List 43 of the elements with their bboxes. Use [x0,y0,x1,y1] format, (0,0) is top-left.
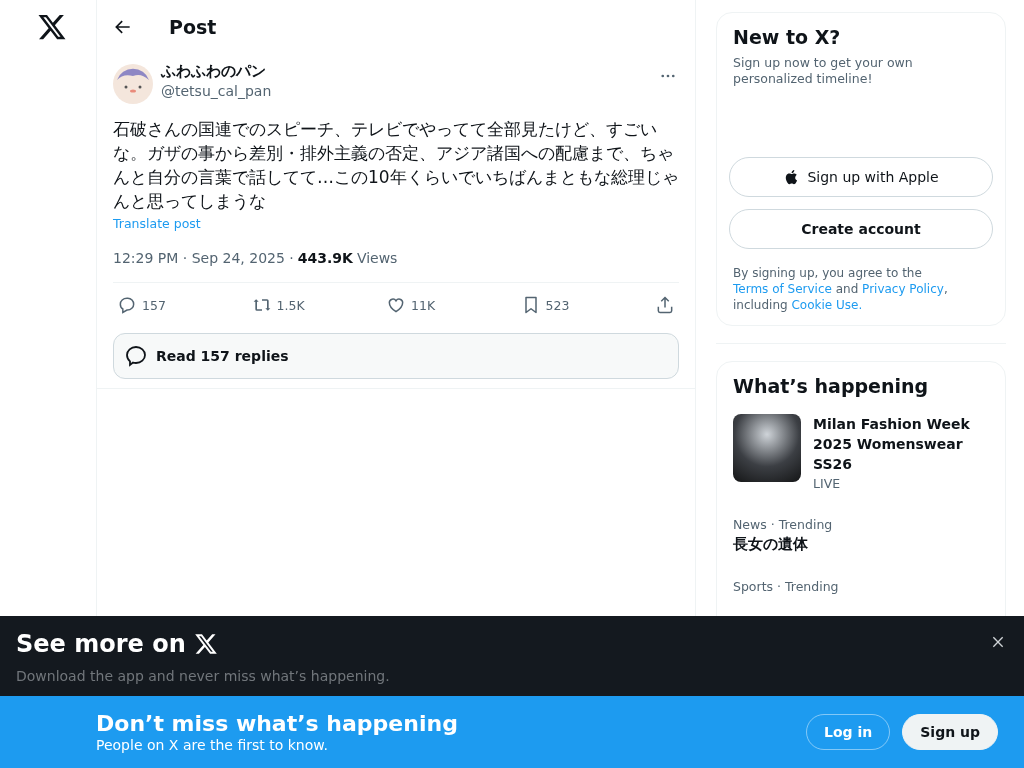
views-count: 443.9K [297,250,353,266]
card-subtitle: Sign up now to get your own personalized timeline! [733,55,914,87]
trend-context[interactable]: News · Trending [733,517,993,533]
x-logo-icon[interactable] [37,12,67,42]
views-label: Views [356,250,398,266]
heart-icon [386,295,406,315]
action-count: 11K [411,297,436,313]
signup-button[interactable]: Sign up [902,714,998,750]
speech-bubble-icon [124,344,148,368]
section-title: What’s happening [733,374,930,399]
live-label: LIVE [813,476,842,491]
action-count: 1.5K [276,297,305,313]
action-count: 157 [142,297,166,313]
apple-signup-button[interactable]: Sign up with Apple [729,157,993,197]
card-title: New to X? [733,25,842,50]
action-count: 523 [545,297,570,313]
share-icon [655,295,675,315]
read-replies-button[interactable]: Read 157 replies [113,333,679,379]
login-bar-title: Don’t miss what’s happening [96,711,458,737]
x-logo-icon [193,632,218,656]
post-text: 石破さんの国連でのスピーチ、テレビでやってて全部見たけど、すごいな。ガザの事から差別・排外主義の否定、アジア諸国への配慮まで、ちゃんと自分の言葉で話してて…この10年くらいでいちばんまともな総理じゃんと思ってしまうな [113,118,679,213]
event-item[interactable]: Milan Fashion Week 2025 Womenswear SS26 LIVE [733,414,993,491]
reply-icon [117,295,137,315]
photo-placeholder [733,414,801,482]
banner-title: See more on [16,630,186,658]
reply-button[interactable]: 157 [117,295,227,315]
author-name[interactable]: ふわふわのパン [161,61,659,81]
bookmark-button[interactable]: 523 [520,295,631,315]
share-button[interactable] [655,295,675,315]
like-button[interactable]: 11K [386,295,496,315]
close-icon[interactable] [990,634,1006,650]
author-handle[interactable]: @tetsu_cal_pan [161,81,659,101]
event-title: Milan Fashion Week 2025 Womenswear SS26 [813,415,971,474]
page-title: Post [169,15,217,38]
avatar-icon[interactable] [113,64,153,104]
trend-name: 長女の遺体 [733,534,809,555]
post-timestamp[interactable]: 12:29 PM · Sep 24, 2025 · [113,250,294,266]
login-bar-subtitle: People on X are the first to know. [96,737,329,753]
legal-text: By signing up, you agree to the Terms of Service and Privacy Policy, including Cookie Use. [733,265,949,313]
banner-subtitle: Download the app and never miss what’s happening. [16,668,391,684]
repost-button[interactable]: 1.5K [251,295,362,315]
create-account-button[interactable]: Create account [729,209,993,249]
trend-context[interactable]: Sports · Trending [733,579,993,595]
